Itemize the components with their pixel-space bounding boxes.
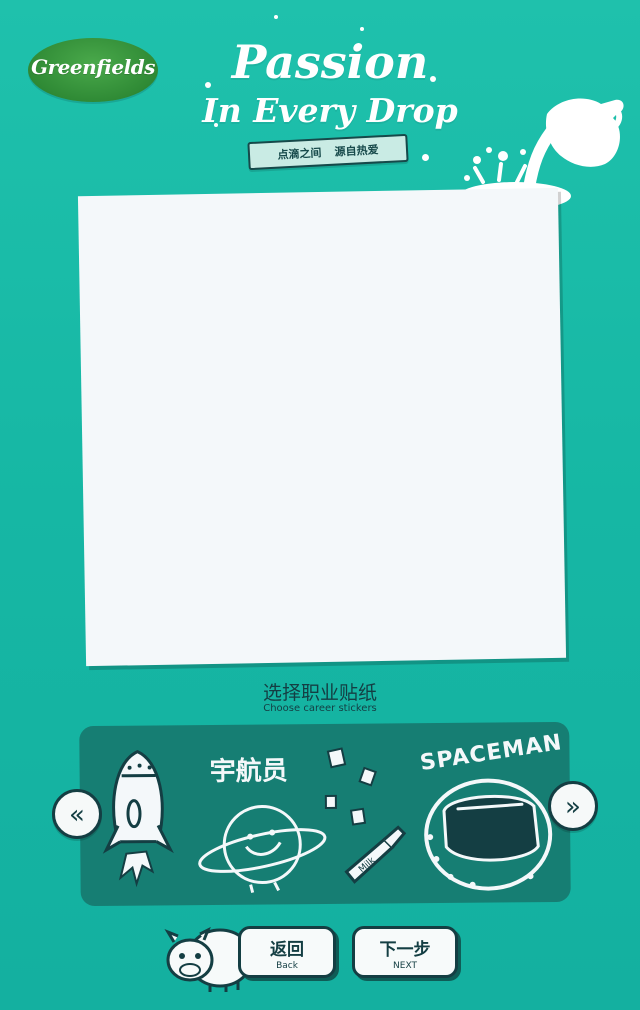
next-arrow-button[interactable]: » bbox=[548, 781, 598, 831]
next-button-label-en: NEXT bbox=[393, 961, 417, 971]
ribbon-text-left: 点滴之间 bbox=[277, 146, 322, 162]
career-label-en: SPACEMAN bbox=[418, 730, 565, 777]
back-button-label-en: Back bbox=[276, 961, 298, 971]
headline: Passion In Every Drop bbox=[200, 34, 460, 132]
sparkle-dot bbox=[360, 27, 364, 31]
headline-line2: In Every Drop bbox=[202, 91, 458, 130]
next-button-label-zh: 下一步 bbox=[379, 940, 431, 960]
back-button[interactable]: 返回 Back bbox=[238, 926, 336, 978]
headline-line1: Passion bbox=[231, 35, 429, 89]
back-button-label-zh: 返回 bbox=[270, 940, 304, 960]
section-subtitle: Choose career stickers bbox=[263, 703, 377, 714]
ribbon-text-right: 源自热爱 bbox=[334, 143, 379, 159]
sticker-panel: 宇航员 Milk SPACEMAN bbox=[79, 721, 571, 907]
photo-frame[interactable] bbox=[77, 187, 567, 667]
spaceman-helmet-sticker[interactable] bbox=[410, 776, 561, 897]
greenfields-logo: Greenfields bbox=[28, 38, 158, 102]
sparkle-dot bbox=[436, 124, 440, 128]
slogan-ribbon: 点滴之间 源自热爱 bbox=[247, 133, 409, 171]
sparkle-dot bbox=[205, 82, 211, 88]
career-label-zh: 宇航员 bbox=[209, 756, 288, 788]
logo-text: Greenfields bbox=[31, 55, 155, 79]
section-title: 选择职业贴纸 bbox=[262, 682, 377, 704]
milk-bottle-sticker[interactable]: Milk bbox=[317, 733, 418, 894]
sparkle-dot bbox=[214, 123, 218, 127]
sparkle-dot bbox=[274, 15, 278, 19]
sparkle-dot bbox=[422, 154, 429, 161]
rocket-sticker[interactable] bbox=[97, 741, 178, 892]
sparkle-dot bbox=[430, 76, 436, 82]
prev-arrow-button[interactable]: « bbox=[52, 789, 102, 839]
next-button[interactable]: 下一步 NEXT bbox=[352, 926, 458, 978]
planet-sticker[interactable] bbox=[192, 788, 333, 899]
